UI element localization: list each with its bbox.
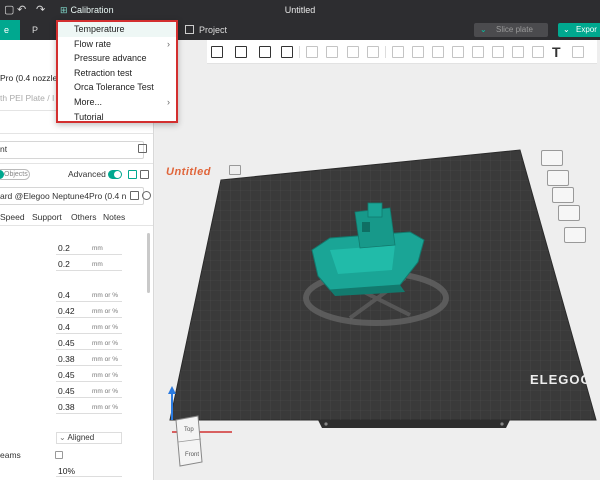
bed-brand-label: ELEGOO — [530, 372, 592, 387]
z-axis-arrow — [168, 386, 176, 394]
view-cube[interactable]: Top Front — [168, 414, 208, 468]
menu-item-label: Orca Tolerance Test — [74, 82, 154, 93]
orient-plate-icon[interactable] — [552, 187, 574, 203]
move-icon[interactable] — [390, 44, 406, 60]
menu-item-flow-rate[interactable]: Flow rate › — [58, 37, 176, 52]
layers-icon[interactable] — [365, 44, 381, 60]
cut-icon[interactable] — [470, 44, 486, 60]
add-cube-icon[interactable] — [209, 44, 225, 60]
orient-icon[interactable] — [257, 44, 273, 60]
menu-item-retraction-test[interactable]: Retraction test — [58, 66, 176, 81]
mesh-boolean-icon[interactable] — [530, 44, 546, 60]
menu-item-label: Pressure advance — [74, 53, 147, 64]
cube-front-label: Front — [185, 452, 200, 458]
menu-item-label: Temperature — [74, 24, 125, 34]
menu-item-more[interactable]: More... › — [58, 95, 176, 110]
grid-icon[interactable] — [233, 44, 249, 60]
scale-icon[interactable] — [430, 44, 446, 60]
toolbar-divider — [385, 46, 386, 58]
seam-paint-icon[interactable] — [510, 44, 526, 60]
menu-item-temperature[interactable]: Temperature — [58, 22, 176, 37]
plate-settings-icon[interactable] — [564, 227, 586, 243]
menu-item-label: Flow rate — [74, 38, 112, 49]
menu-item-tutorial[interactable]: Tutorial — [58, 110, 176, 125]
arrange-plate-icon[interactable] — [547, 170, 569, 186]
support-paint-icon[interactable] — [490, 44, 506, 60]
toolbar-divider — [299, 46, 300, 58]
arrange-icon[interactable] — [279, 44, 295, 60]
variable-height-icon[interactable] — [345, 44, 361, 60]
split-parts-icon[interactable] — [324, 44, 340, 60]
text-tool-icon[interactable]: T — [550, 44, 566, 60]
chevron-right-icon: › — [167, 97, 170, 107]
menu-item-pressure-advance[interactable]: Pressure advance — [58, 51, 176, 66]
menu-item-label: More... — [74, 97, 103, 107]
menu-item-label: Tutorial — [74, 111, 104, 122]
plate-close-icon[interactable] — [541, 150, 563, 166]
lay-on-face-icon[interactable] — [450, 44, 466, 60]
lock-plate-icon[interactable] — [558, 205, 580, 221]
rotate-icon[interactable] — [410, 44, 426, 60]
split-objects-icon[interactable] — [304, 44, 320, 60]
menu-item-tolerance-test[interactable]: Orca Tolerance Test — [58, 80, 176, 95]
viewport-toolbar: T — [207, 40, 597, 64]
bed-tab — [318, 420, 510, 428]
calibration-dropdown-menu: Temperature Flow rate › Pressure advance … — [56, 20, 178, 123]
edit-plate-name-icon[interactable] — [229, 165, 241, 175]
menu-item-label: Retraction test — [74, 67, 133, 78]
bed-screw — [500, 422, 504, 426]
cube-top-label: Top — [184, 427, 194, 433]
plate-name[interactable]: Untitled — [166, 166, 211, 178]
measure-icon[interactable] — [570, 44, 586, 60]
bed-screw — [324, 422, 328, 426]
chevron-right-icon: › — [167, 38, 170, 49]
